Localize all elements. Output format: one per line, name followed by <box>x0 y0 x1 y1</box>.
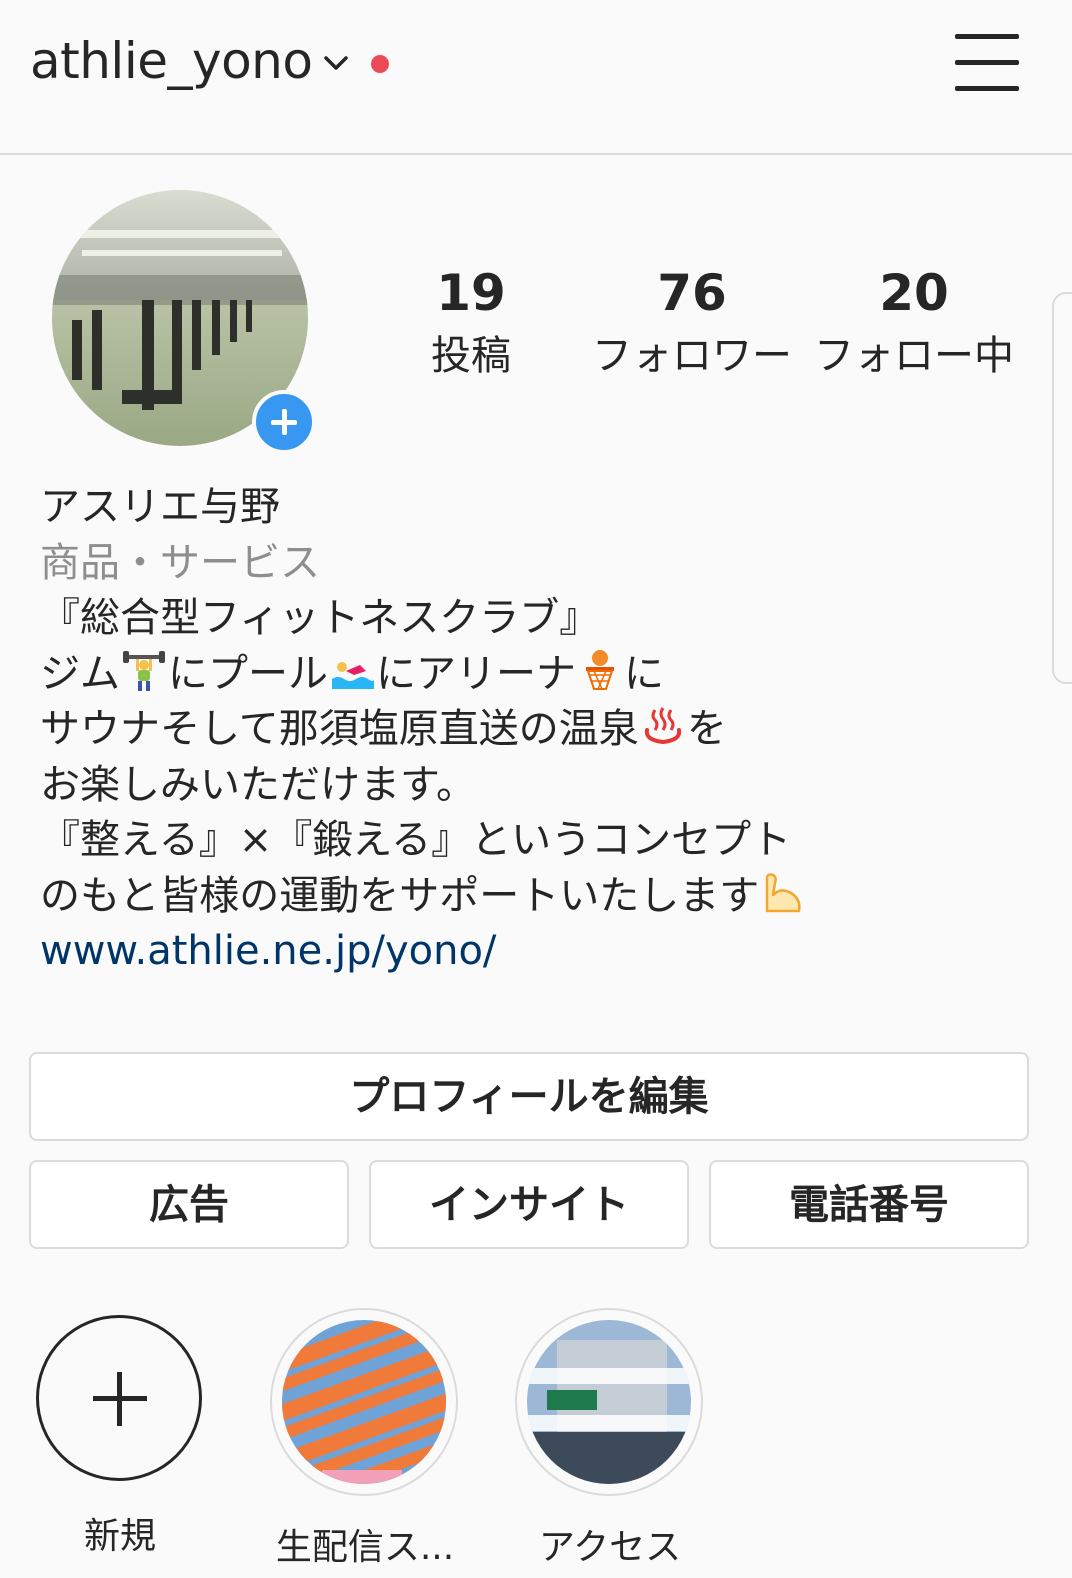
highlight-label: 生配信ス... <box>275 1527 455 1568</box>
bio-line: ジム にプール にアリーナ に <box>40 649 664 697</box>
insights-button[interactable]: インサイト <box>369 1160 689 1249</box>
highlight-ring[interactable] <box>515 1308 703 1496</box>
add-story-icon[interactable] <box>252 390 316 454</box>
bio-line: 『整える』×『鍛える』というコンセプト <box>40 817 792 863</box>
stat-posts-count: 19 <box>436 264 506 322</box>
basketball-hoop-icon <box>586 649 614 690</box>
weightlifter-icon <box>123 650 165 691</box>
bio-line: 『総合型フィットネスクラブ』 <box>40 595 600 641</box>
stat-posts-label: 投稿 <box>431 333 511 379</box>
stat-posts[interactable]: 19 投稿 <box>356 262 586 388</box>
bio-line: のもと皆様の運動をサポートいたします <box>40 869 1020 925</box>
hot-springs-icon <box>644 707 681 745</box>
flexed-biceps-icon <box>765 872 801 912</box>
display-name: アスリエ与野 <box>40 484 280 530</box>
username[interactable]: athlie_yono <box>30 32 313 90</box>
highlight-new[interactable]: 新規 <box>36 1308 226 1559</box>
stat-following-label: フォロー中 <box>814 333 1014 379</box>
plus-icon[interactable] <box>36 1315 202 1481</box>
stat-followers-label: フォロワー <box>592 333 792 379</box>
highlight-cover-image <box>282 1320 446 1484</box>
highlight-ring[interactable] <box>270 1308 458 1496</box>
profile-bio: アスリエ与野 商品・サービス 『総合型フィットネスクラブ』 ジム にプール にア… <box>40 480 1020 980</box>
swimmer-icon <box>332 661 374 689</box>
hamburger-menu-icon[interactable] <box>955 32 1019 92</box>
stat-followers-count: 76 <box>657 264 727 322</box>
stat-following-count: 20 <box>879 264 949 322</box>
top-bar: athlie_yono <box>0 0 1072 155</box>
stat-followers[interactable]: 76 フォロワー <box>577 262 807 388</box>
highlight-label: アクセス <box>538 1527 682 1568</box>
highlight-access[interactable]: アクセス <box>515 1308 705 1570</box>
category-label: 商品・サービス <box>40 539 320 586</box>
bio-line: お楽しみいただけます。 <box>40 761 476 808</box>
bio-line: サウナそして那須塩原直送の温泉 を <box>40 706 727 752</box>
side-panel-handle[interactable] <box>1052 292 1072 684</box>
notification-dot <box>371 55 389 73</box>
highlight-label: 新規 <box>83 1516 156 1557</box>
highlight-live[interactable]: 生配信ス... <box>270 1308 460 1570</box>
edit-profile-button[interactable]: プロフィールを編集 <box>29 1052 1029 1141</box>
ads-button[interactable]: 広告 <box>29 1160 349 1249</box>
stat-following[interactable]: 20 フォロー中 <box>799 262 1029 388</box>
phone-button[interactable]: 電話番号 <box>709 1160 1029 1249</box>
highlight-cover-image <box>527 1320 691 1484</box>
chevron-down-icon[interactable] <box>322 52 350 74</box>
website-link[interactable]: www.athlie.ne.jp/yono/ <box>40 924 1020 980</box>
